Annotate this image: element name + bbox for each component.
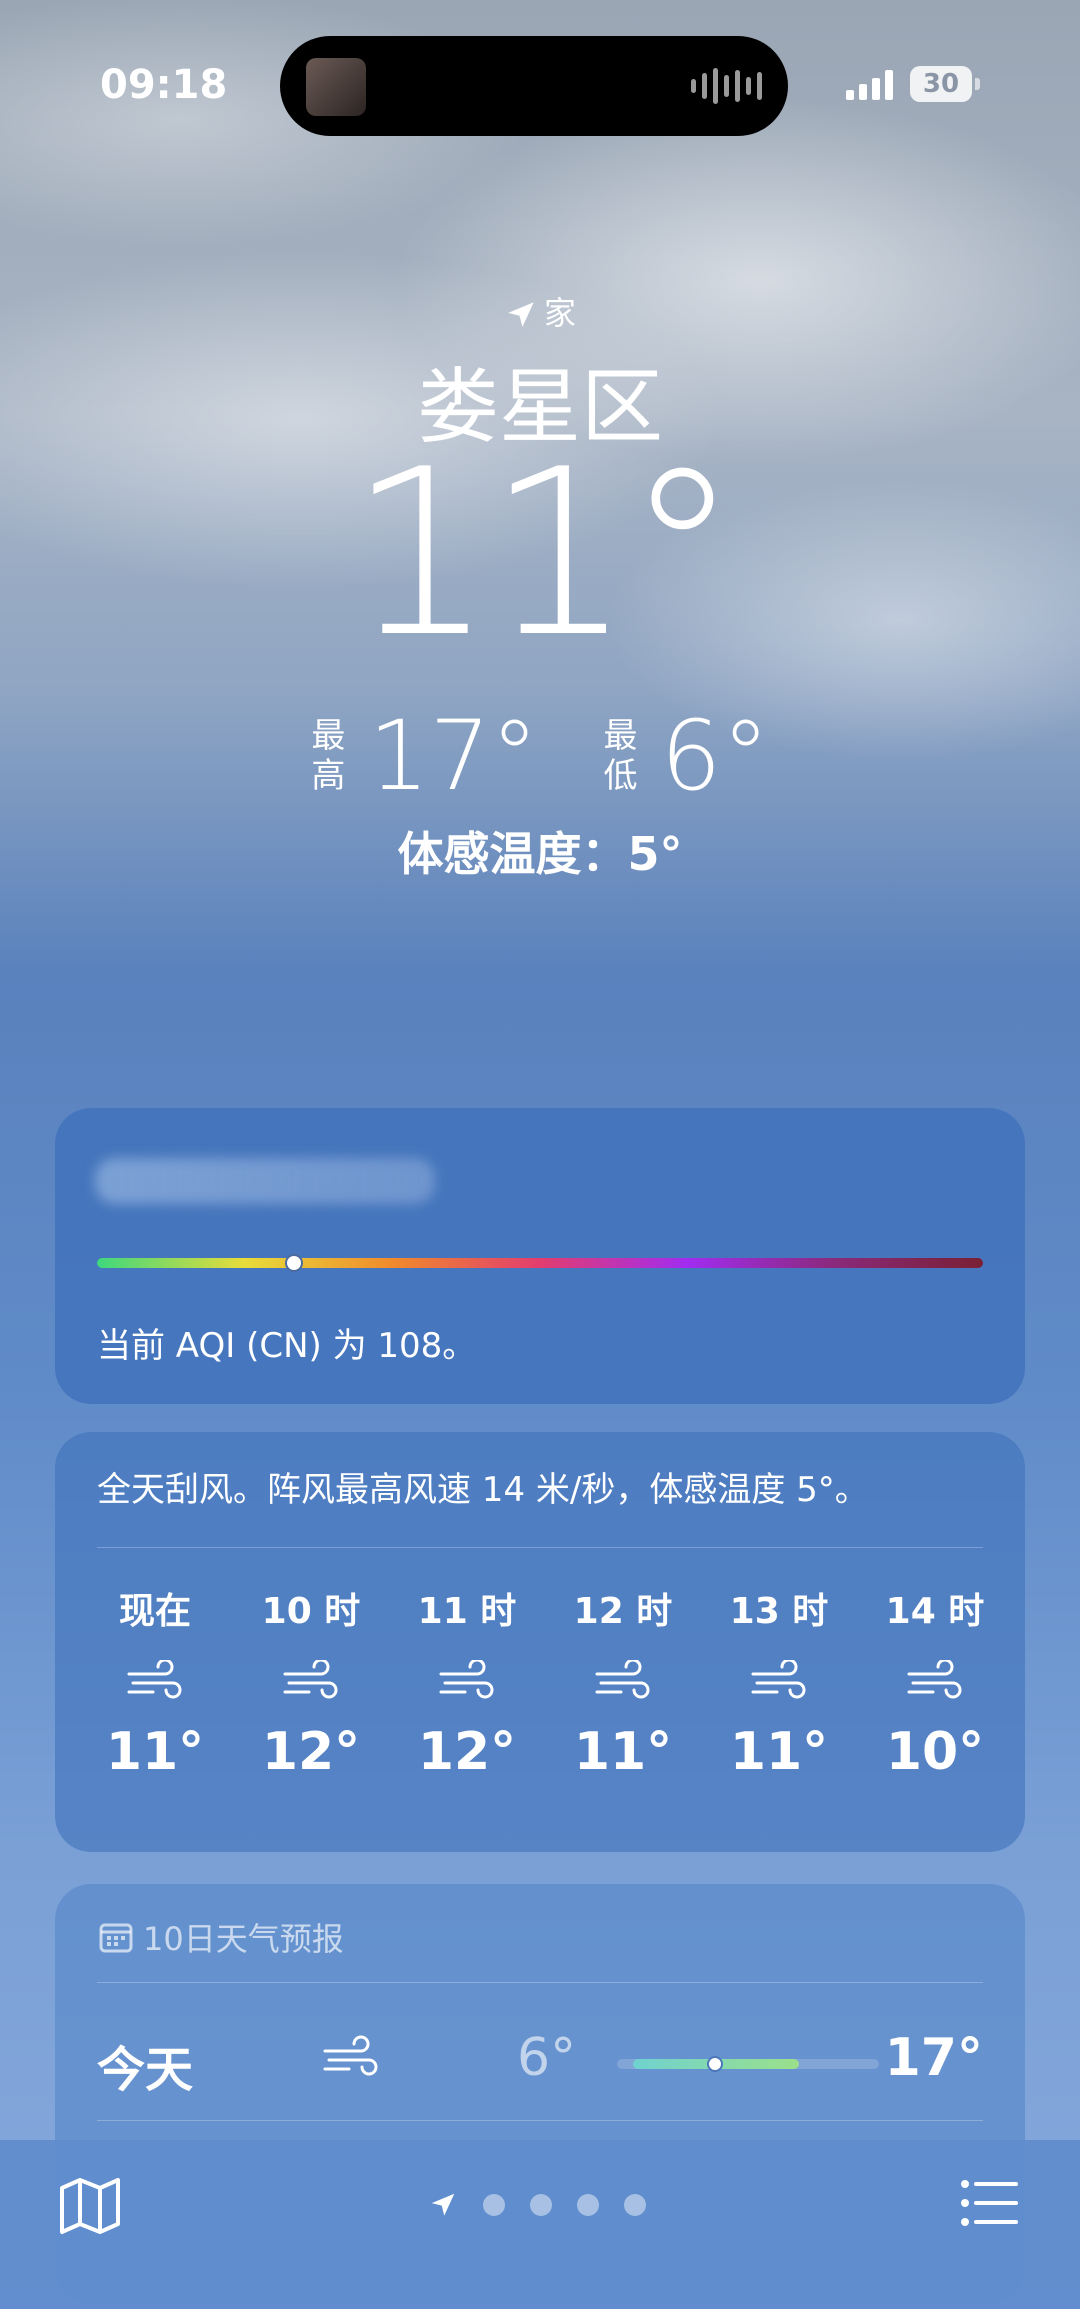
aqi-card[interactable]: 当前 AQI (CN) 为 108。 xyxy=(55,1108,1025,1404)
wind-icon xyxy=(241,1642,381,1722)
wind-icon xyxy=(709,1642,849,1722)
hour-item: 11 时 12° xyxy=(397,1582,537,1782)
map-icon xyxy=(60,2178,120,2234)
location-row: 家 xyxy=(0,288,1080,334)
bottom-toolbar xyxy=(0,2140,1080,2309)
hour-item: 12 时 11° xyxy=(553,1582,693,1782)
aqi-level-marker xyxy=(284,1254,303,1272)
aqi-scale-bar xyxy=(97,1258,983,1268)
hour-label: 11 时 xyxy=(417,1591,517,1632)
wind-icon xyxy=(865,1642,1005,1722)
hour-label: 10 时 xyxy=(261,1591,361,1632)
cellular-signal-icon xyxy=(846,70,893,100)
page-indicator[interactable] xyxy=(428,2190,646,2220)
audio-waveform-icon xyxy=(691,66,762,106)
high-label: 最高 xyxy=(311,716,346,796)
high-temperature: 17° xyxy=(368,700,539,812)
battery-icon: 30 xyxy=(910,66,972,102)
hour-label: 14 时 xyxy=(885,1591,985,1632)
status-time: 09:18 xyxy=(100,62,228,108)
current-temperature: 11° xyxy=(348,421,740,688)
hour-temp: 12° xyxy=(417,1722,517,1782)
low-temperature: 6° xyxy=(660,700,770,812)
wind-icon xyxy=(321,2034,381,2088)
hour-temp: 12° xyxy=(261,1722,361,1782)
now-playing-thumbnail xyxy=(306,58,366,116)
hour-item: 14 时 10° xyxy=(865,1582,1005,1782)
temperature-range-bar xyxy=(617,2056,879,2072)
aqi-title-blurred xyxy=(95,1158,435,1204)
forecast-high: 17° xyxy=(884,2028,983,2088)
forecast-header: 10日天气预报 xyxy=(99,1914,344,1960)
wind-icon xyxy=(397,1642,537,1722)
high-low-row: 最高 17° 最低 6° xyxy=(0,700,1080,812)
location-list-button[interactable] xyxy=(960,2178,1020,2232)
hour-label: 现在 xyxy=(118,1591,191,1632)
forecast-row[interactable]: 今天 6° 17° xyxy=(97,2014,983,2114)
hour-label: 12 时 xyxy=(573,1591,673,1632)
location-arrow-icon xyxy=(508,302,534,328)
hourly-list[interactable]: 现在 11° 10 时 12° 11 时 12° 12 时 11° 13 时 1… xyxy=(85,1582,1005,1782)
dynamic-island[interactable] xyxy=(280,36,788,136)
hour-temp: 11° xyxy=(105,1722,205,1782)
card-divider xyxy=(97,1547,983,1548)
wind-icon xyxy=(553,1642,693,1722)
card-divider xyxy=(97,1982,983,1983)
card-divider xyxy=(97,2120,983,2121)
wind-icon xyxy=(85,1642,225,1722)
current-temperature-marker xyxy=(707,2056,723,2072)
battery-tip xyxy=(975,78,980,90)
page-dot[interactable] xyxy=(483,2194,505,2216)
low-label: 最低 xyxy=(603,716,638,796)
hour-temp: 10° xyxy=(885,1722,985,1782)
hour-label: 13 时 xyxy=(729,1591,829,1632)
feels-like: 体感温度：5° xyxy=(397,827,683,881)
page-dot[interactable] xyxy=(530,2194,552,2216)
aqi-description: 当前 AQI (CN) 为 108。 xyxy=(97,1326,477,1366)
forecast-low: 6° xyxy=(517,2028,577,2088)
page-dot[interactable] xyxy=(624,2194,646,2216)
wind-summary: 全天刮风。阵风最高风速 14 米/秒，体感温度 5°。 xyxy=(97,1470,869,1510)
hour-item: 13 时 11° xyxy=(709,1582,849,1782)
map-button[interactable] xyxy=(58,2176,122,2240)
hour-temp: 11° xyxy=(573,1722,673,1782)
location-arrow-icon[interactable] xyxy=(428,2190,458,2220)
hour-temp: 11° xyxy=(729,1722,829,1782)
calendar-icon xyxy=(99,1923,133,1953)
forecast-title: 10日天气预报 xyxy=(143,1920,344,1958)
hour-item: 现在 11° xyxy=(85,1582,225,1782)
list-icon xyxy=(961,2180,1018,2226)
hourly-forecast-card[interactable]: 全天刮风。阵风最高风速 14 米/秒，体感温度 5°。 现在 11° 10 时 … xyxy=(55,1432,1025,1852)
hour-item: 10 时 12° xyxy=(241,1582,381,1782)
location-label: 家 xyxy=(543,294,576,332)
page-dot[interactable] xyxy=(577,2194,599,2216)
forecast-day: 今天 xyxy=(97,2042,194,2098)
